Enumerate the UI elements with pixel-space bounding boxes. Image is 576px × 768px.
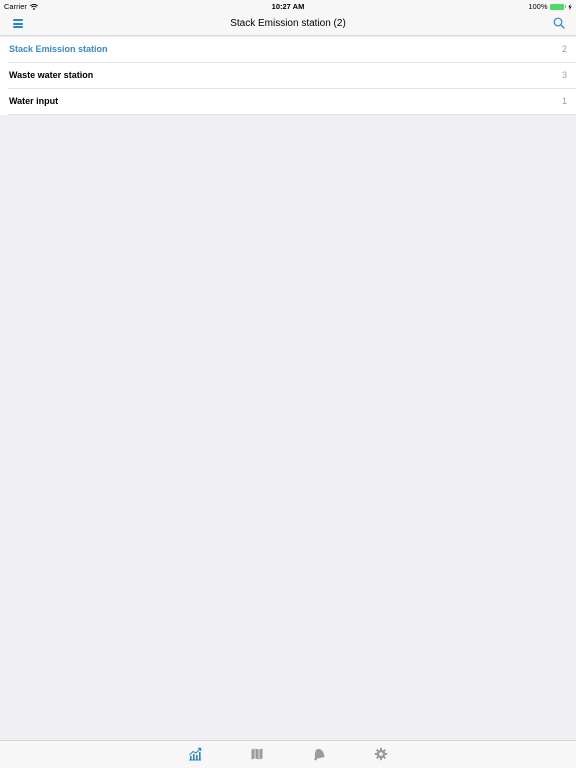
bell-icon[interactable] bbox=[312, 747, 326, 761]
station-count: 3 bbox=[561, 70, 567, 80]
page-title: Stack Emission station (2) bbox=[230, 18, 346, 29]
station-name: Water input bbox=[9, 96, 59, 106]
station-name: Waste water station bbox=[9, 70, 94, 80]
list-item[interactable]: Waste water station 3 bbox=[0, 63, 576, 89]
battery-icon bbox=[549, 3, 564, 10]
station-count: 2 bbox=[561, 44, 567, 54]
station-name: Stack Emission station bbox=[9, 44, 108, 54]
charging-bolt-icon bbox=[568, 3, 572, 10]
status-bar: Carrier 10:27 AM 100% bbox=[0, 0, 576, 12]
map-icon[interactable] bbox=[250, 747, 264, 761]
list-item[interactable]: Water input 1 bbox=[0, 89, 576, 115]
battery-tip bbox=[564, 5, 566, 8]
station-count: 1 bbox=[561, 96, 567, 106]
status-time: 10:27 AM bbox=[271, 2, 305, 11]
chart-icon[interactable] bbox=[188, 747, 202, 761]
battery-percent: 100% bbox=[528, 2, 548, 11]
tab-bar bbox=[0, 740, 576, 768]
battery-indicator: 100% bbox=[528, 2, 572, 11]
search-icon[interactable] bbox=[553, 17, 565, 29]
gear-icon[interactable] bbox=[374, 747, 388, 761]
navigation-bar: Stack Emission station (2) bbox=[0, 12, 576, 36]
list-item[interactable]: Stack Emission station 2 bbox=[0, 37, 576, 63]
station-list: Stack Emission station 2 Waste water stati… bbox=[0, 37, 576, 115]
